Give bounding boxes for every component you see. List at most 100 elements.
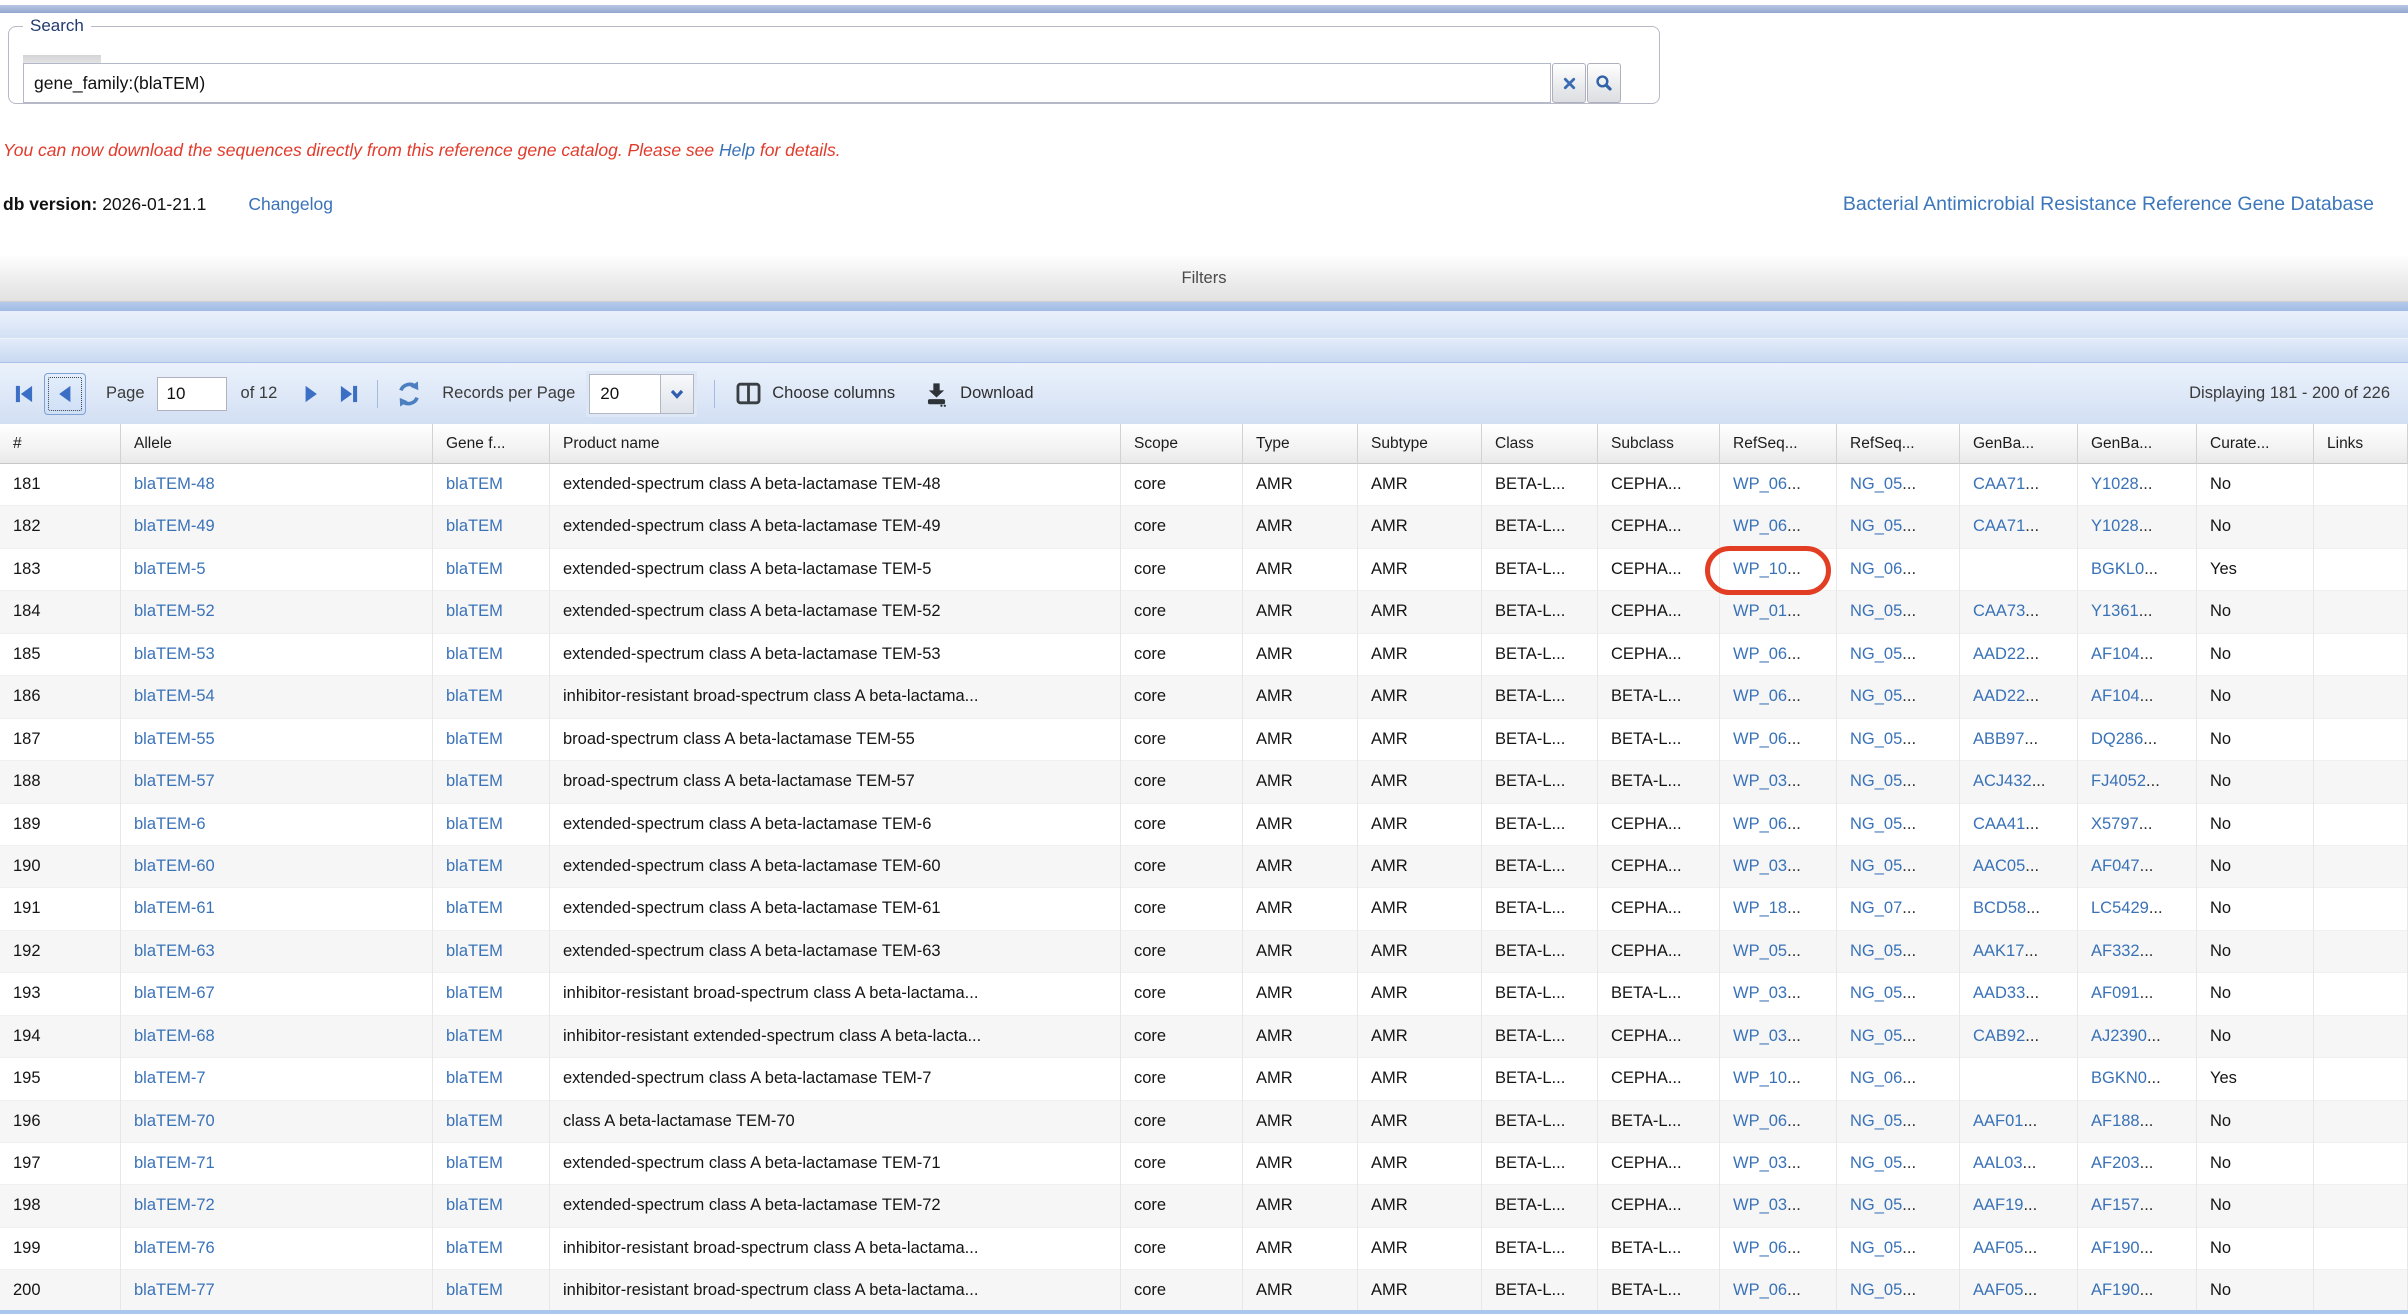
cell-genbank-protein[interactable]: CAA73... (1960, 591, 2078, 633)
refseq-nucleotide-link[interactable]: NG_06 (1850, 560, 1902, 578)
cell-genbank-nucleotide[interactable]: DQ286... (2078, 719, 2197, 761)
table-row[interactable]: 195blaTEM-7blaTEMextended-spectrum class… (0, 1058, 2408, 1100)
allele-link[interactable]: blaTEM-53 (134, 645, 215, 663)
cell-genbank-protein[interactable]: CAB92... (1960, 1016, 2078, 1058)
refseq-protein-link[interactable]: WP_06 (1733, 815, 1787, 833)
cell-genbank-nucleotide[interactable]: AJ2390... (2078, 1016, 2197, 1058)
cell-genbank-nucleotide[interactable]: AF047... (2078, 846, 2197, 888)
genbank-protein-link[interactable]: CAB92 (1973, 1027, 2025, 1045)
cell-gene-family[interactable]: blaTEM (433, 846, 550, 888)
allele-link[interactable]: blaTEM-63 (134, 942, 215, 960)
cell-refseq-protein[interactable]: WP_10... (1720, 549, 1837, 591)
column-header-subtype[interactable]: Subtype (1358, 424, 1482, 464)
table-row[interactable]: 197blaTEM-71blaTEMextended-spectrum clas… (0, 1143, 2408, 1185)
genbank-nucleotide-link[interactable]: X5797 (2091, 815, 2139, 833)
refseq-protein-link[interactable]: WP_03 (1733, 857, 1787, 875)
refseq-protein-link[interactable]: WP_18 (1733, 899, 1787, 917)
refseq-nucleotide-link[interactable]: NG_05 (1850, 942, 1902, 960)
genbank-protein-link[interactable]: AAD33 (1973, 984, 2025, 1002)
cell-genbank-protein[interactable]: AAC05... (1960, 846, 2078, 888)
cell-allele[interactable]: blaTEM-52 (121, 591, 433, 633)
table-row[interactable]: 188blaTEM-57blaTEMbroad-spectrum class A… (0, 761, 2408, 803)
changelog-link[interactable]: Changelog (248, 194, 333, 215)
column-header-refseq-nucleotide[interactable]: RefSeq... (1837, 424, 1960, 464)
column-header-scope[interactable]: Scope (1121, 424, 1243, 464)
genbank-protein-link[interactable]: AAF19 (1973, 1196, 2023, 1214)
refseq-nucleotide-link[interactable]: NG_05 (1850, 984, 1902, 1002)
cell-refseq-nucleotide[interactable]: NG_05... (1837, 1185, 1960, 1227)
download-button[interactable]: Download (960, 384, 1033, 403)
refseq-protein-link[interactable]: WP_03 (1733, 1027, 1787, 1045)
genbank-protein-link[interactable]: BCD58 (1973, 899, 2026, 917)
cell-refseq-protein[interactable]: WP_03... (1720, 1185, 1837, 1227)
column-header-class[interactable]: Class (1482, 424, 1598, 464)
genbank-nucleotide-link[interactable]: AF047 (2091, 857, 2140, 875)
gene-family-link[interactable]: blaTEM (446, 1281, 503, 1299)
select-trigger[interactable] (660, 375, 693, 413)
cell-genbank-nucleotide[interactable]: AF104... (2078, 676, 2197, 718)
allele-link[interactable]: blaTEM-49 (134, 517, 215, 535)
search-input[interactable] (23, 63, 1551, 103)
genbank-nucleotide-link[interactable]: AF190 (2091, 1281, 2140, 1299)
cell-refseq-protein[interactable]: WP_10... (1720, 1058, 1837, 1100)
refseq-protein-link[interactable]: WP_05 (1733, 942, 1787, 960)
refseq-protein-link[interactable]: WP_06 (1733, 1239, 1787, 1257)
cell-allele[interactable]: blaTEM-71 (121, 1143, 433, 1185)
refseq-protein-link[interactable]: WP_03 (1733, 984, 1787, 1002)
cell-genbank-nucleotide[interactable]: AF091... (2078, 973, 2197, 1015)
table-row[interactable]: 189blaTEM-6blaTEMextended-spectrum class… (0, 804, 2408, 846)
gene-family-link[interactable]: blaTEM (446, 1239, 503, 1257)
table-row[interactable]: 194blaTEM-68blaTEMinhibitor-resistant ex… (0, 1016, 2408, 1058)
genbank-nucleotide-link[interactable]: AF104 (2091, 645, 2140, 663)
cell-refseq-nucleotide[interactable]: NG_05... (1837, 1101, 1960, 1143)
genbank-nucleotide-link[interactable]: AF157 (2091, 1196, 2140, 1214)
cell-allele[interactable]: blaTEM-5 (121, 549, 433, 591)
column-header-refseq-protein[interactable]: RefSeq... (1720, 424, 1837, 464)
cell-allele[interactable]: blaTEM-6 (121, 804, 433, 846)
refseq-nucleotide-link[interactable]: NG_05 (1850, 517, 1902, 535)
refseq-nucleotide-link[interactable]: NG_05 (1850, 1281, 1902, 1299)
cell-allele[interactable]: blaTEM-49 (121, 506, 433, 548)
cell-genbank-nucleotide[interactable]: AF188... (2078, 1101, 2197, 1143)
cell-gene-family[interactable]: blaTEM (433, 464, 550, 506)
refseq-protein-link[interactable]: WP_03 (1733, 1196, 1787, 1214)
cell-gene-family[interactable]: blaTEM (433, 1101, 550, 1143)
cell-gene-family[interactable]: blaTEM (433, 591, 550, 633)
cell-gene-family[interactable]: blaTEM (433, 804, 550, 846)
gene-family-link[interactable]: blaTEM (446, 645, 503, 663)
refseq-protein-link[interactable]: WP_10 (1733, 1069, 1787, 1087)
allele-link[interactable]: blaTEM-60 (134, 857, 215, 875)
refseq-protein-link[interactable]: WP_06 (1733, 687, 1787, 705)
cell-allele[interactable]: blaTEM-76 (121, 1228, 433, 1270)
cell-genbank-nucleotide[interactable]: Y1361... (2078, 591, 2197, 633)
refseq-nucleotide-link[interactable]: NG_05 (1850, 772, 1902, 790)
column-header-gene-family[interactable]: Gene f... (433, 424, 550, 464)
genbank-nucleotide-link[interactable]: FJ4052 (2091, 772, 2146, 790)
cell-allele[interactable]: blaTEM-70 (121, 1101, 433, 1143)
refseq-protein-link[interactable]: WP_10 (1733, 560, 1787, 578)
cell-refseq-protein[interactable]: WP_06... (1720, 676, 1837, 718)
clear-search-button[interactable] (1552, 63, 1586, 103)
allele-link[interactable]: blaTEM-72 (134, 1196, 215, 1214)
gene-family-link[interactable]: blaTEM (446, 1069, 503, 1087)
cell-refseq-nucleotide[interactable]: NG_05... (1837, 1016, 1960, 1058)
gene-family-link[interactable]: blaTEM (446, 815, 503, 833)
gene-family-link[interactable]: blaTEM (446, 560, 503, 578)
refseq-nucleotide-link[interactable]: NG_05 (1850, 730, 1902, 748)
cell-refseq-nucleotide[interactable]: NG_07... (1837, 888, 1960, 930)
table-row[interactable]: 193blaTEM-67blaTEMinhibitor-resistant br… (0, 973, 2408, 1015)
refseq-nucleotide-link[interactable]: NG_05 (1850, 602, 1902, 620)
refseq-protein-link[interactable]: WP_06 (1733, 517, 1787, 535)
cell-gene-family[interactable]: blaTEM (433, 676, 550, 718)
cell-gene-family[interactable]: blaTEM (433, 719, 550, 761)
cell-genbank-nucleotide[interactable]: AF203... (2078, 1143, 2197, 1185)
genbank-nucleotide-link[interactable]: Y1361 (2091, 602, 2139, 620)
allele-link[interactable]: blaTEM-68 (134, 1027, 215, 1045)
genbank-protein-link[interactable]: AAF05 (1973, 1281, 2023, 1299)
cell-refseq-protein[interactable]: WP_06... (1720, 1270, 1837, 1312)
refseq-protein-link[interactable]: WP_06 (1733, 1112, 1787, 1130)
column-header-genbank-protein[interactable]: GenBa... (1960, 424, 2078, 464)
gene-family-link[interactable]: blaTEM (446, 857, 503, 875)
refseq-nucleotide-link[interactable]: NG_05 (1850, 1239, 1902, 1257)
gene-family-link[interactable]: blaTEM (446, 1112, 503, 1130)
